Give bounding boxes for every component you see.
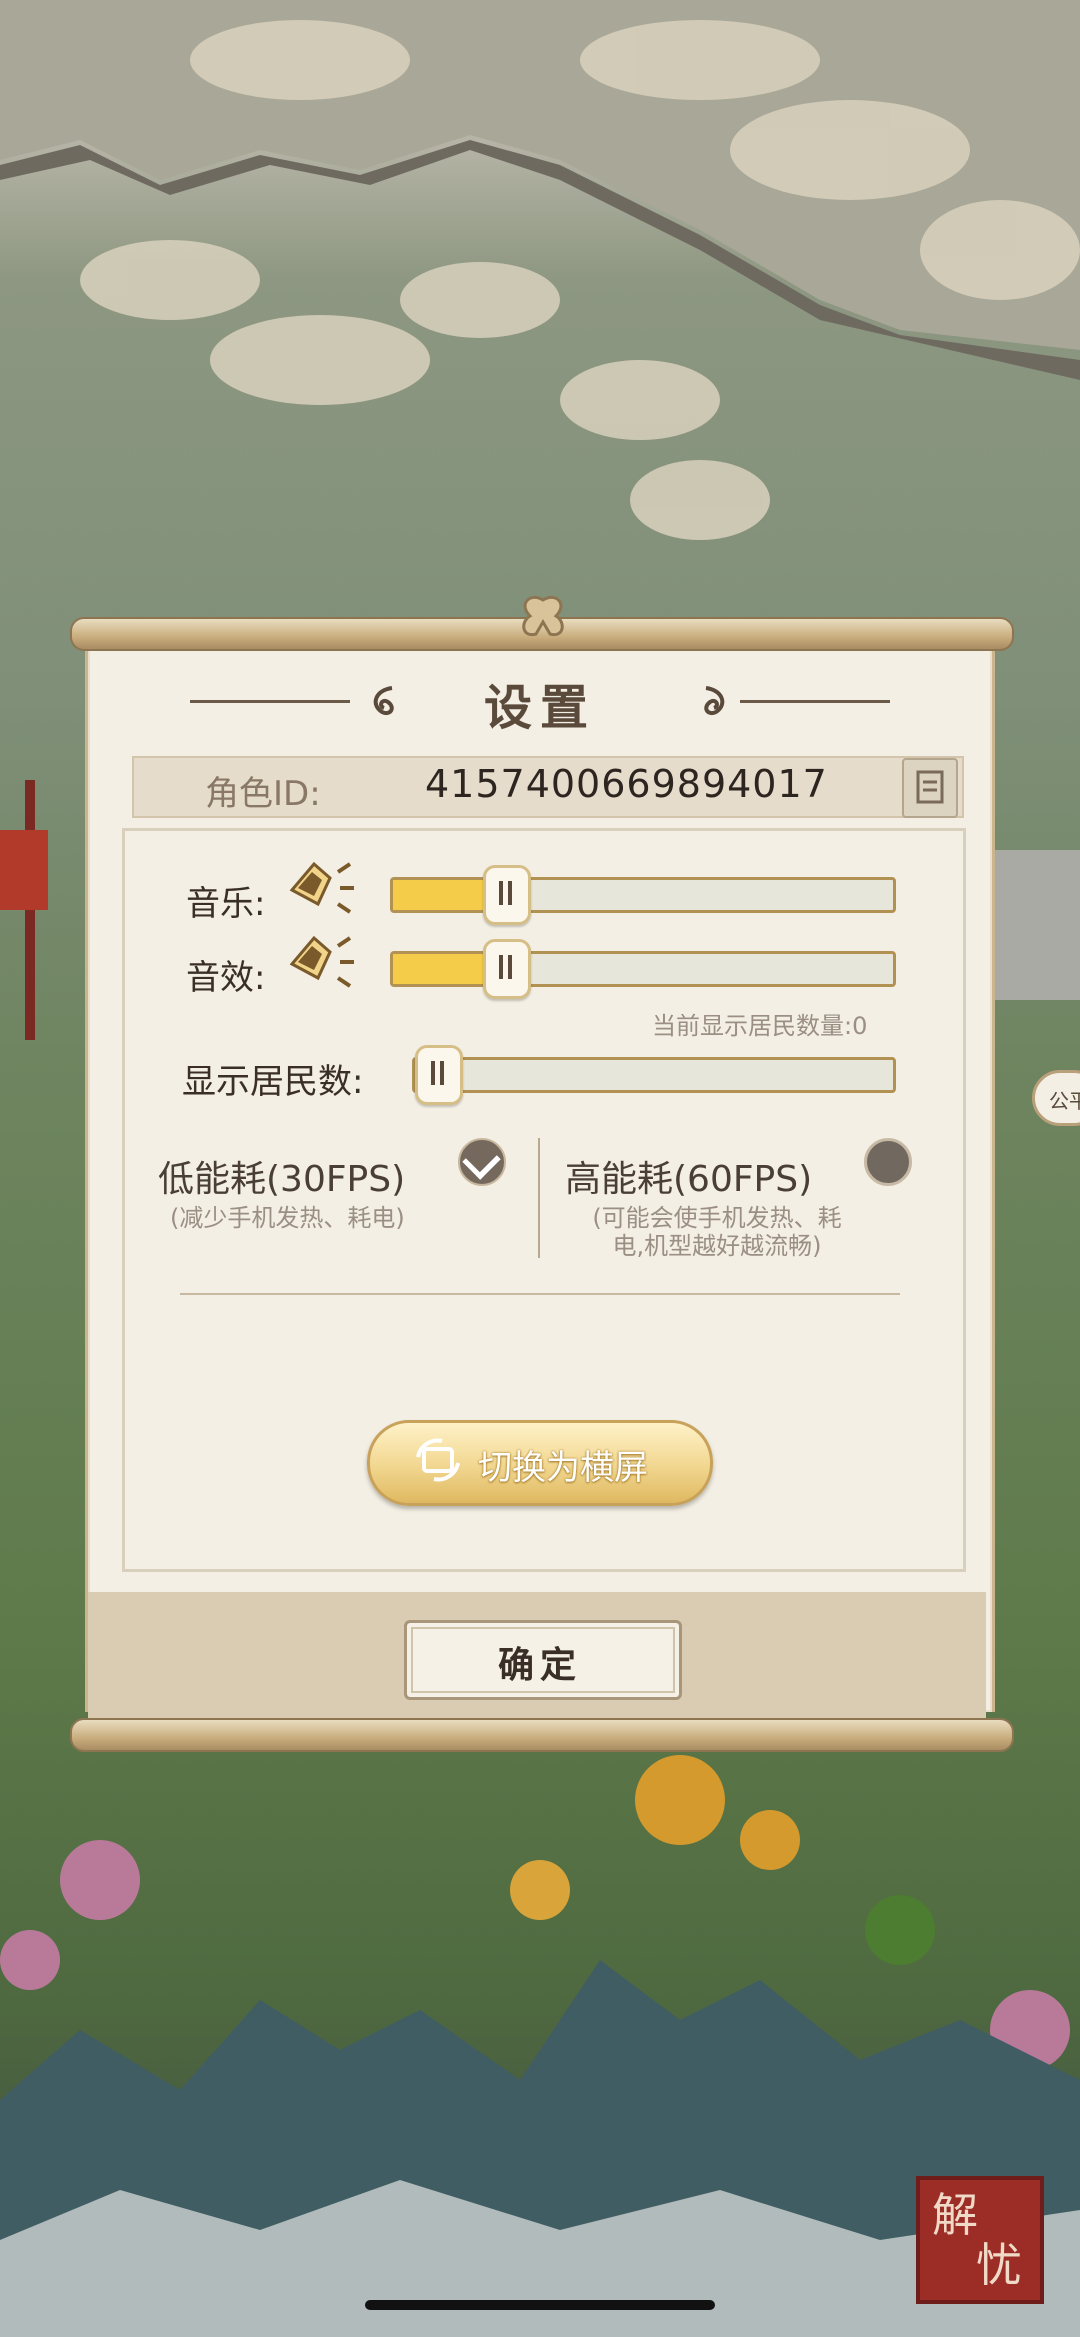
- low-power-subtitle: (减少手机发热、耗电): [170, 1204, 405, 1232]
- sfx-label: 音效:: [186, 958, 266, 998]
- swirl-left-icon: [373, 686, 394, 715]
- show-residents-label: 显示居民数:: [182, 1062, 364, 1102]
- residents-slider[interactable]: [412, 1045, 896, 1105]
- swirl-right-icon: [704, 686, 725, 715]
- settings-title: 设置: [483, 680, 596, 736]
- title-rule-right: [740, 700, 890, 703]
- rotate-screen-icon: [416, 1438, 460, 1482]
- title-rule-left: [190, 700, 350, 703]
- high-power-title[interactable]: 高能耗(60FPS): [565, 1150, 812, 1202]
- music-label: 音乐:: [186, 884, 266, 924]
- switch-landscape-label: 切换为横屏: [478, 1448, 648, 1488]
- knot-ornament-icon: [522, 595, 564, 637]
- copy-id-button[interactable]: [902, 758, 958, 818]
- seal-char-2: 忧: [976, 2238, 1022, 2292]
- copy-icon: [916, 770, 944, 804]
- low-power-title[interactable]: 低能耗(30FPS): [158, 1150, 405, 1202]
- residents-slider-thumb[interactable]: [415, 1045, 463, 1105]
- home-indicator[interactable]: [365, 2300, 715, 2310]
- section-divider: [180, 1293, 900, 1295]
- role-id-value: 4157400669894017: [425, 762, 828, 806]
- seal-text: 解 忧: [932, 2190, 1022, 2290]
- sfx-slider[interactable]: [390, 939, 896, 999]
- confirm-label: 确定: [498, 1644, 583, 1686]
- music-speaker-icon[interactable]: [284, 858, 358, 922]
- scroll-bottom-roller: [70, 1718, 1014, 1752]
- high-power-subtitle-line2: 电,机型越好越流畅): [612, 1232, 822, 1260]
- seal-char-1: 解: [932, 2188, 978, 2242]
- music-slider[interactable]: [390, 865, 896, 925]
- mode-divider: [538, 1138, 540, 1258]
- resident-count-text: 当前显示居民数量:0: [652, 1012, 868, 1040]
- sfx-speaker-icon[interactable]: [284, 932, 358, 996]
- music-slider-thumb[interactable]: [483, 865, 532, 925]
- role-id-label: 角色ID:: [205, 774, 321, 814]
- high-power-subtitle: (可能会使手机发热、耗 电,机型越好越流畅): [572, 1204, 862, 1260]
- high-power-radio[interactable]: [864, 1138, 912, 1186]
- sfx-slider-thumb[interactable]: [483, 939, 532, 999]
- high-power-subtitle-line1: (可能会使手机发热、耗: [592, 1204, 842, 1232]
- low-power-checkbox[interactable]: [458, 1138, 506, 1186]
- side-pill-badge[interactable]: 公平: [1032, 1070, 1080, 1126]
